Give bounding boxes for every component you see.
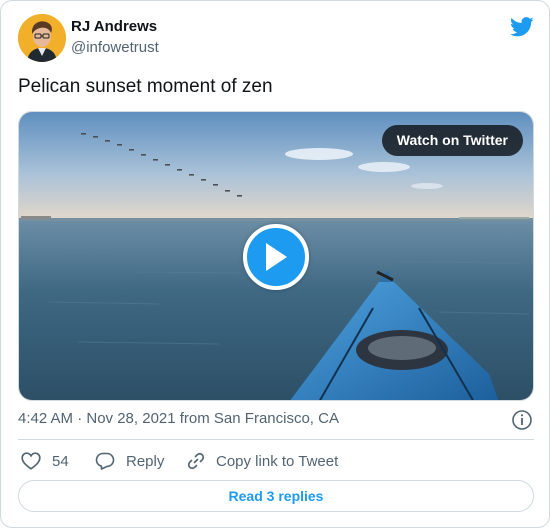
tweet-card: RJ Andrews @infowetrust Pelican sunset m… <box>0 0 550 528</box>
author-handle[interactable]: @infowetrust <box>71 39 159 56</box>
author-avatar[interactable] <box>18 14 66 62</box>
watch-on-twitter-button[interactable]: Watch on Twitter <box>381 125 523 156</box>
play-icon <box>266 243 287 271</box>
info-icon[interactable] <box>511 409 533 431</box>
copy-link-label: Copy link to Tweet <box>216 452 339 470</box>
avatar-portrait-icon <box>18 14 66 62</box>
video-player[interactable]: Watch on Twitter <box>18 111 534 401</box>
play-button[interactable] <box>243 224 309 290</box>
tweet-timestamp[interactable]: 4:42 AM · Nov 28, 2021 from San Francisc… <box>18 410 339 427</box>
tweet-text: Pelican sunset moment of zen <box>18 76 273 97</box>
author-name[interactable]: RJ Andrews <box>71 18 157 35</box>
copy-link-button[interactable]: Copy link to Tweet <box>187 450 338 472</box>
twitter-bird-icon[interactable] <box>510 16 534 38</box>
like-button[interactable]: 54 <box>21 450 69 472</box>
like-count: 54 <box>52 452 69 470</box>
reply-bubble-icon <box>95 452 115 470</box>
link-icon <box>187 452 205 470</box>
reply-label: Reply <box>126 452 165 470</box>
reply-button[interactable]: Reply <box>95 450 164 472</box>
divider <box>18 439 534 440</box>
read-replies-button[interactable]: Read 3 replies <box>18 480 534 512</box>
heart-icon <box>21 452 41 470</box>
